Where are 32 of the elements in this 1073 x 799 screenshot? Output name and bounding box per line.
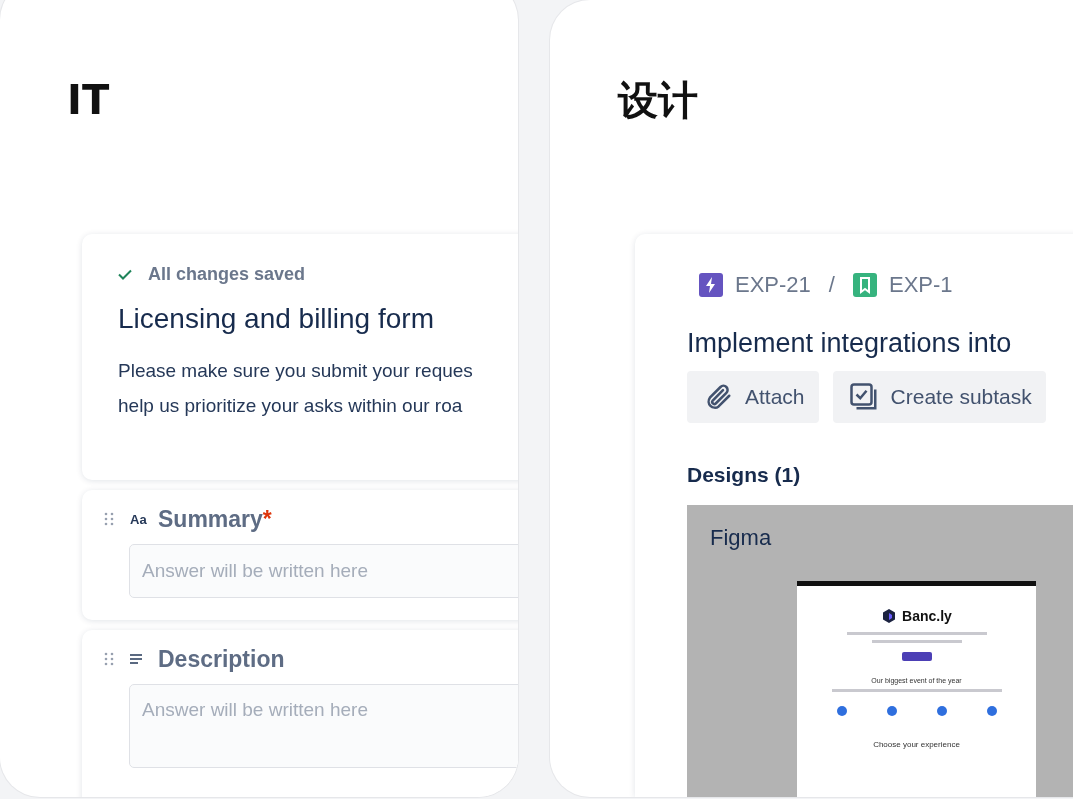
field-label: Summary <box>158 505 263 533</box>
drag-handle-icon[interactable] <box>104 512 114 526</box>
breadcrumb-separator: / <box>828 272 835 298</box>
card-heading: 设计 <box>616 76 698 122</box>
drag-handle-icon[interactable] <box>104 652 114 666</box>
feature-icon <box>986 706 997 716</box>
preview-brand-name: Banc.ly <box>902 608 952 624</box>
required-mark: * <box>262 505 272 533</box>
save-status: All changes saved <box>148 264 306 285</box>
preview-footer-title: Choose your experience <box>873 740 960 749</box>
issue-key-link[interactable]: EXP-1 <box>888 272 953 298</box>
attach-button[interactable]: Attach <box>687 371 819 423</box>
answer-field[interactable]: Answer will be written here <box>129 544 518 598</box>
designs-heading: Designs (1) <box>687 463 802 487</box>
field-label: Description <box>158 645 285 673</box>
card-heading: IT <box>66 76 110 122</box>
issue-key-link[interactable]: EXP-21 <box>735 272 811 298</box>
paragraph-type-icon <box>130 654 142 664</box>
subtask-icon <box>848 382 879 412</box>
feature-icon <box>936 706 947 716</box>
register-button <box>901 652 932 661</box>
feature-icon <box>886 706 897 716</box>
hexagon-logo-icon <box>881 608 898 624</box>
feature-icon <box>836 706 847 716</box>
issue-title: Implement integrations into <box>687 328 1013 359</box>
form-description: Please make sure you submit your reques help us prioritize your asks within our roa <box>118 359 474 418</box>
subtask-button[interactable]: Create subtask <box>832 371 1046 423</box>
check-icon <box>118 269 132 280</box>
short-text-type-icon: Aa <box>130 511 152 527</box>
design-source-label: Figma <box>710 525 772 551</box>
answer-field[interactable]: Answer will be written here <box>129 684 518 768</box>
form-title: Licensing and billing form <box>118 303 435 335</box>
